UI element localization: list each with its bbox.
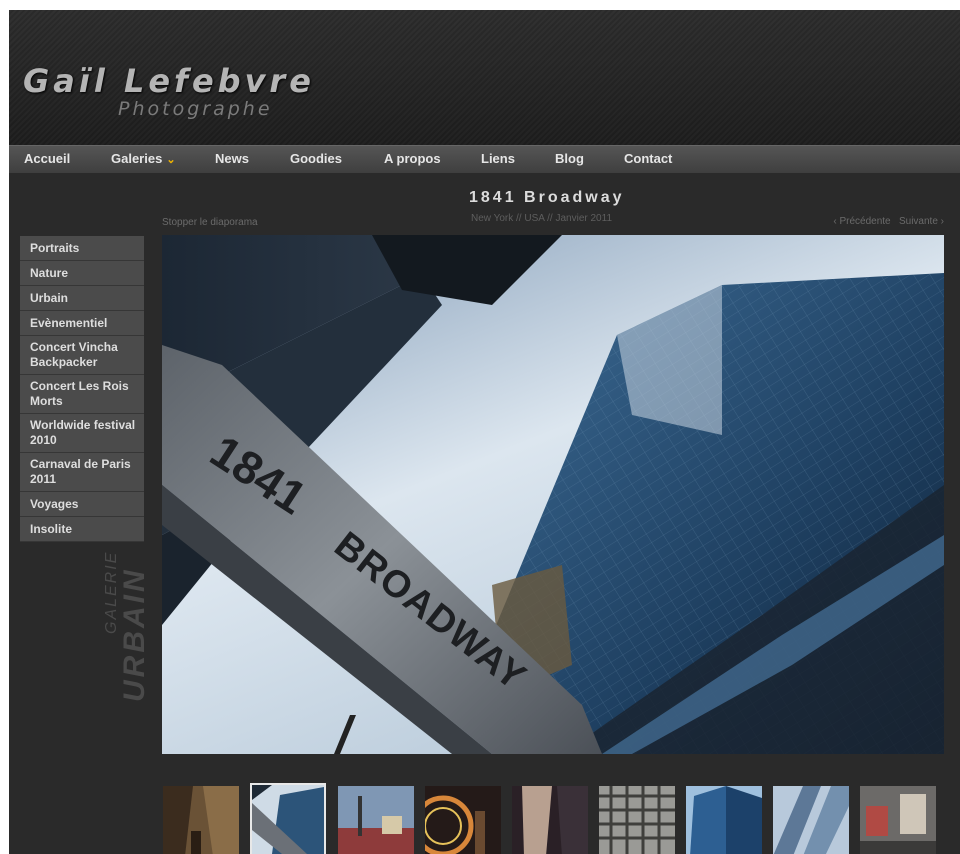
nav-item-blog[interactable]: Blog xyxy=(555,151,584,166)
gallery-sidebar: Portraits Nature Urbain Evènementiel Con… xyxy=(20,236,144,542)
thumbnail-strip xyxy=(163,783,945,854)
stop-slideshow-link[interactable]: Stopper le diaporama xyxy=(162,217,258,228)
photo-title: 1841 Broadway xyxy=(469,189,625,206)
nav-item-contact[interactable]: Contact xyxy=(624,151,672,166)
main-photo-image: 1841 BROADWAY xyxy=(162,235,944,754)
nav-item-a-propos[interactable]: A propos xyxy=(384,151,441,166)
thumbnail[interactable] xyxy=(773,786,849,854)
thumbnail[interactable] xyxy=(860,786,936,854)
sidebar-item-urbain[interactable]: Urbain xyxy=(20,286,144,311)
photo-pager: ‹ Précédente Suivante › xyxy=(833,216,944,227)
nav-item-galeries[interactable]: Galeries ⌄ xyxy=(111,151,176,166)
photo-subtitle: New York // USA // Janvier 2011 xyxy=(471,213,613,224)
sidebar-item-concert-vincha[interactable]: Concert Vincha Backpacker xyxy=(20,336,144,375)
sidebar-item-evenementiel[interactable]: Evènementiel xyxy=(20,311,144,336)
thumbnail[interactable] xyxy=(512,786,588,854)
site-header: Gaïl Lefebvre Photographe xyxy=(9,10,960,145)
gallery-label-big: URBAIN xyxy=(118,567,151,702)
thumbnail[interactable] xyxy=(425,786,501,854)
sidebar-item-worldwide-festival[interactable]: Worldwide festival 2010 xyxy=(20,414,144,453)
thumbnail[interactable] xyxy=(338,786,414,854)
sidebar-item-insolite[interactable]: Insolite xyxy=(20,517,144,542)
sidebar-item-nature[interactable]: Nature xyxy=(20,261,144,286)
thumbnail[interactable] xyxy=(599,786,675,854)
thumbnail[interactable] xyxy=(686,786,762,854)
previous-link[interactable]: ‹ Précédente xyxy=(833,216,890,227)
sidebar-item-voyages[interactable]: Voyages xyxy=(20,492,144,517)
sidebar-item-concert-rois-morts[interactable]: Concert Les Rois Morts xyxy=(20,375,144,414)
nav-item-accueil[interactable]: Accueil xyxy=(24,151,70,166)
next-link[interactable]: Suivante › xyxy=(899,216,944,227)
logo-name[interactable]: Gaïl Lefebvre xyxy=(23,62,315,100)
gallery-label: GALERIE URBAIN xyxy=(103,551,151,702)
logo-subtitle: Photographe xyxy=(118,98,273,120)
sidebar-item-carnaval-paris[interactable]: Carnaval de Paris 2011 xyxy=(20,453,144,492)
nav-item-galeries-label: Galeries xyxy=(111,151,163,166)
nav-item-goodies[interactable]: Goodies xyxy=(290,151,342,166)
sidebar-item-portraits[interactable]: Portraits xyxy=(20,236,144,261)
nav-item-liens[interactable]: Liens xyxy=(481,151,515,166)
nav-item-news[interactable]: News xyxy=(215,151,249,166)
site-container: Gaïl Lefebvre Photographe Accueil Galeri… xyxy=(9,10,960,854)
thumbnail-active[interactable] xyxy=(250,783,326,854)
chevron-down-icon: ⌄ xyxy=(166,154,176,166)
main-photo[interactable]: 1841 BROADWAY xyxy=(162,235,944,754)
main-nav: Accueil Galeries ⌄ News Goodies A propos … xyxy=(9,145,960,173)
thumbnail[interactable] xyxy=(163,786,239,854)
